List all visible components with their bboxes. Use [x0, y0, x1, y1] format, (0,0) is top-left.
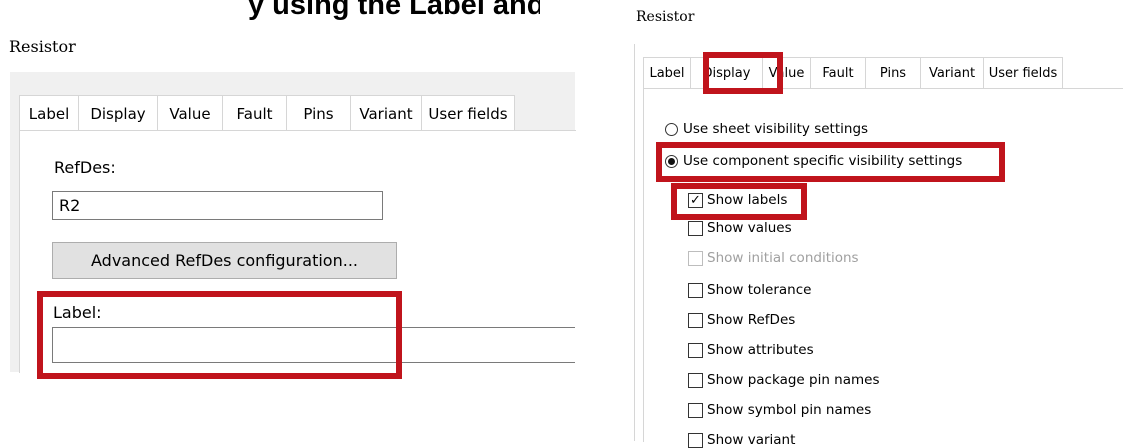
- tab-display[interactable]: Display: [691, 57, 763, 88]
- dialog-title: Resistor: [636, 9, 695, 25]
- tab-pins[interactable]: Pins: [866, 57, 921, 88]
- right-dialog-display-tab: Resistor Label Display Value Fault Pins …: [626, 0, 1123, 448]
- refdes-input[interactable]: R2: [52, 191, 383, 220]
- radio-button-icon: [665, 122, 678, 136]
- checkbox-icon[interactable]: [688, 342, 703, 358]
- checkbox-row: Show initial conditions: [688, 250, 859, 266]
- checkbox-label: Show variant: [707, 432, 796, 448]
- checkbox-icon[interactable]: [688, 220, 703, 236]
- radio-component-label: Use component specific visibility settin…: [683, 153, 963, 169]
- tab-value[interactable]: Value: [158, 95, 223, 131]
- dialog-title: Resistor: [9, 37, 76, 56]
- tab-pins[interactable]: Pins: [287, 95, 351, 131]
- radio-sheet-visibility[interactable]: Use sheet visibility settings: [665, 121, 868, 137]
- checkbox-label: Show attributes: [707, 342, 814, 358]
- checkbox-row[interactable]: Show values: [688, 220, 792, 236]
- tab-fault[interactable]: Fault: [811, 57, 866, 88]
- tab-label[interactable]: Label: [643, 57, 691, 88]
- refdes-label: RefDes:: [54, 158, 116, 177]
- checkbox-icon: [688, 250, 703, 266]
- checkbox-row[interactable]: Show variant: [688, 432, 795, 448]
- checkbox-icon[interactable]: [688, 312, 703, 328]
- tab-value[interactable]: Value: [763, 57, 811, 88]
- checkbox-icon[interactable]: [688, 432, 703, 448]
- checkbox-label: Show tolerance: [707, 282, 812, 298]
- checkbox-row[interactable]: ✓ Show labels: [688, 192, 787, 208]
- tab-fault[interactable]: Fault: [223, 95, 287, 131]
- left-dialog-label-tab: Resistor Label Display Value Fault Pins …: [0, 0, 576, 441]
- checkbox-icon[interactable]: [688, 402, 703, 418]
- checkbox-label: Show RefDes: [707, 312, 796, 328]
- checkbox-row[interactable]: Show tolerance: [688, 282, 811, 298]
- tab-variant[interactable]: Variant: [921, 57, 984, 88]
- checkbox-label: Show package pin names: [707, 372, 880, 388]
- checkbox-row[interactable]: Show attributes: [688, 342, 814, 358]
- tab-variant[interactable]: Variant: [351, 95, 422, 131]
- radio-component-visibility[interactable]: Use component specific visibility settin…: [665, 153, 962, 169]
- tab-user-fields[interactable]: User fields: [984, 57, 1063, 88]
- checkbox-icon[interactable]: [688, 372, 703, 388]
- advanced-refdes-button[interactable]: Advanced RefDes configuration...: [52, 242, 397, 279]
- checkbox-row[interactable]: Show symbol pin names: [688, 402, 871, 418]
- tab-label[interactable]: Label: [19, 95, 79, 131]
- checkbox-icon[interactable]: [688, 282, 703, 298]
- label-input[interactable]: [52, 327, 575, 363]
- radio-button-selected-icon: [665, 154, 678, 168]
- checkbox-checked-icon[interactable]: ✓: [688, 192, 703, 208]
- checkbox-label: Show labels: [707, 192, 788, 208]
- tab-strip: Label Display Value Fault Pins Variant U…: [643, 57, 1063, 88]
- checkbox-label: Show initial conditions: [707, 250, 859, 266]
- tab-user-fields[interactable]: User fields: [422, 95, 515, 131]
- checkbox-row[interactable]: Show RefDes: [688, 312, 795, 328]
- label-field-label: Label:: [53, 303, 102, 322]
- radio-sheet-label: Use sheet visibility settings: [683, 121, 869, 137]
- checkbox-row[interactable]: Show package pin names: [688, 372, 880, 388]
- checkbox-label: Show symbol pin names: [707, 402, 872, 418]
- tab-display[interactable]: Display: [79, 95, 158, 131]
- checkbox-label: Show values: [707, 220, 792, 236]
- tab-strip: Label Display Value Fault Pins Variant U…: [19, 95, 515, 131]
